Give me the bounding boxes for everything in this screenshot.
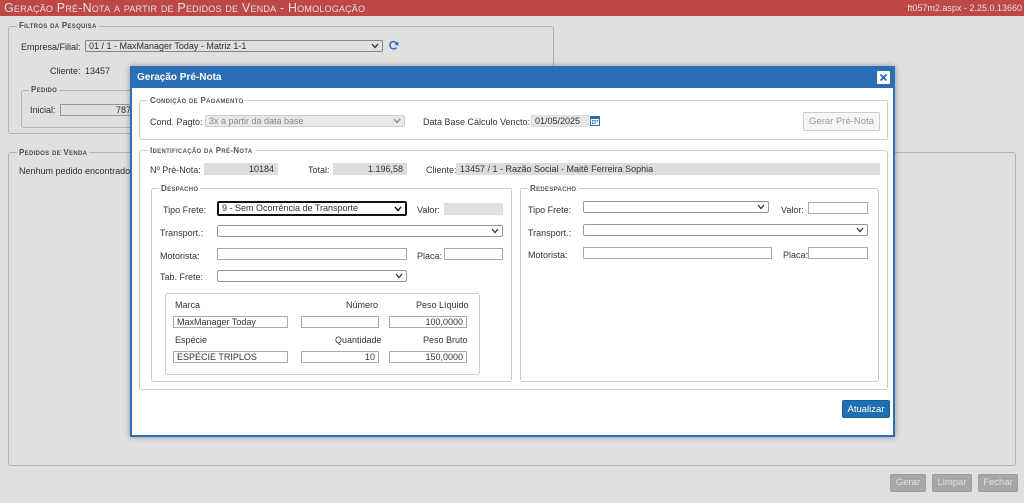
redespacho-transport-label: Transport.: (528, 228, 572, 238)
chevron-down-icon (757, 204, 765, 210)
redespacho-legend: Redespacho (528, 184, 579, 193)
total-label: Total: (308, 165, 330, 175)
despacho-transport-select[interactable] (217, 225, 503, 237)
despacho-transport-label: Transport.: (160, 228, 204, 238)
cond-pagto-select[interactable]: 3x a partir da data base (205, 115, 405, 127)
redespacho-valor-input[interactable] (808, 202, 868, 214)
close-icon (879, 73, 888, 82)
nro-prenota-label: Nº Pré-Nota: (150, 165, 201, 175)
chevron-down-icon (394, 206, 402, 212)
nro-prenota-value: 10184 (204, 163, 278, 175)
redespacho-valor-label: Valor: (781, 205, 804, 215)
redespacho-tipo-frete-select[interactable] (583, 201, 769, 213)
chevron-down-icon (856, 227, 864, 233)
despacho-valor-input[interactable] (444, 203, 503, 215)
calendar-icon[interactable] (590, 115, 600, 126)
redespacho-placa-input[interactable] (808, 247, 868, 259)
redespacho-motorista-label: Motorista: (528, 250, 568, 260)
redespacho-transport-select[interactable] (583, 224, 868, 236)
close-button[interactable] (877, 71, 890, 84)
despacho-legend: Despacho (159, 184, 201, 193)
peso-bruto-label: Peso Bruto (423, 335, 468, 345)
prenota-dialog: Geração Pré-Nota Condição de Pagamento C… (130, 66, 895, 437)
tab-frete-select[interactable] (217, 270, 407, 282)
redespacho-motorista-input[interactable] (583, 247, 772, 259)
redespacho-placa-label: Placa: (783, 250, 809, 260)
despacho-motorista-label: Motorista: (160, 251, 200, 261)
especie-label: Espécie (175, 335, 208, 345)
numero-label: Número (346, 300, 379, 310)
marca-label: Marca (175, 300, 201, 310)
total-value: 1.196,58 (333, 163, 407, 175)
numero-input[interactable] (301, 316, 379, 328)
dialog-title: Geração Pré-Nota (137, 72, 222, 83)
tab-frete-label: Tab. Frete: (160, 272, 204, 282)
despacho-valor-label: Valor: (417, 205, 440, 215)
data-base-label: Data Base Cálculo Vencto: (423, 117, 531, 127)
especie-input[interactable]: ESPÉCIE TRIPLOS (173, 351, 288, 363)
peso-liquido-label: Peso Líquido (416, 300, 469, 310)
cond-pagto-label: Cond. Pagto: (150, 117, 203, 127)
quantidade-input[interactable]: 10 (301, 351, 379, 363)
peso-bruto-input[interactable]: 150,0000 (389, 351, 467, 363)
data-base-input[interactable]: 01/05/2025 (531, 115, 589, 127)
quantidade-label: Quantidade (335, 335, 382, 345)
peso-liquido-input[interactable]: 100,0000 (389, 316, 467, 328)
despacho-tipo-frete-select[interactable]: 9 - Sem Ocorrência de Transporte (217, 201, 407, 216)
gerar-prenota-button[interactable]: Gerar Pré-Nota (803, 112, 880, 131)
despacho-placa-label: Placa: (417, 251, 443, 261)
dlg-cliente-label: Cliente: (426, 165, 457, 175)
chevron-down-icon (491, 228, 499, 234)
condicao-legend: Condição de Pagamento (148, 96, 246, 105)
dialog-header: Geração Pré-Nota (132, 68, 893, 88)
redespacho-fieldset (520, 188, 879, 382)
despacho-tipo-frete-label: Tipo Frete: (163, 205, 207, 215)
marca-input[interactable]: MaxManager Today (173, 316, 288, 328)
dlg-cliente-value: 13457 / 1 - Razão Social - Maitê Ferreir… (456, 163, 880, 175)
atualizar-button[interactable]: Atualizar (842, 400, 890, 418)
chevron-down-icon (393, 118, 401, 124)
identificacao-legend: Identificação da Pré-Nota (148, 146, 255, 155)
despacho-placa-input[interactable] (444, 248, 503, 260)
despacho-motorista-input[interactable] (217, 248, 407, 260)
redespacho-tipo-frete-label: Tipo Frete: (528, 205, 572, 215)
chevron-down-icon (395, 273, 403, 279)
